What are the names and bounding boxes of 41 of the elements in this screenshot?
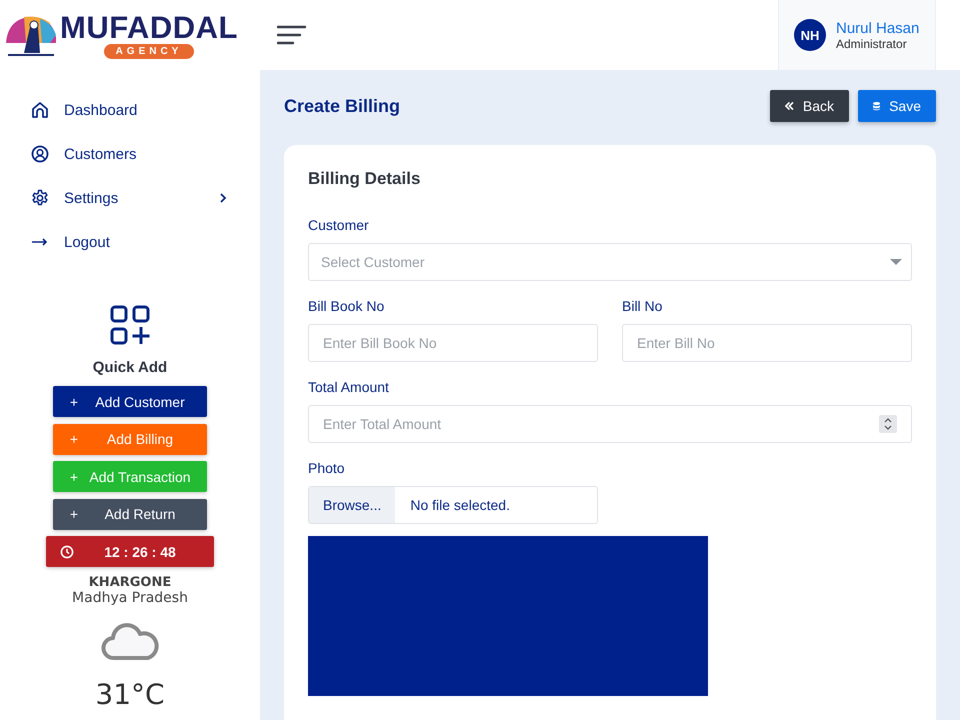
grid-plus-icon bbox=[110, 305, 150, 345]
user-role: Administrator bbox=[836, 36, 908, 50]
field-label: Bill Book No bbox=[308, 298, 386, 314]
menu-icon bbox=[277, 23, 307, 47]
select-field[interactable]: Select Customer bbox=[308, 243, 912, 281]
input-field[interactable]: Enter Total Amount bbox=[308, 405, 912, 443]
brand-tagline: AGENCY bbox=[104, 44, 194, 58]
home-icon bbox=[31, 101, 49, 119]
field-label: Photo bbox=[308, 460, 346, 476]
spinner-icon bbox=[879, 415, 897, 433]
input-field[interactable]: Enter Bill Book No bbox=[308, 324, 598, 362]
database-icon bbox=[873, 100, 880, 112]
sidebar-item[interactable]: Customers bbox=[31, 132, 227, 176]
double-chevron-icon bbox=[785, 101, 794, 111]
region-name: Madhya Pradesh bbox=[72, 590, 188, 606]
city-name: KHARGONE bbox=[88, 575, 172, 590]
brand-name: MUFADDAL bbox=[60, 12, 238, 44]
field-label: Total Amount bbox=[308, 379, 390, 395]
card-title: Billing Details bbox=[308, 169, 422, 189]
temperature: 31°C bbox=[95, 678, 165, 711]
user-avatar: NH bbox=[794, 19, 826, 51]
field-label: Customer bbox=[308, 217, 370, 233]
sidebar-item[interactable]: Logout bbox=[31, 220, 227, 264]
sidebar-item[interactable]: Dashboard bbox=[31, 88, 227, 132]
quick-add-button[interactable]: + Add Return bbox=[53, 498, 207, 530]
back-button[interactable]: Back bbox=[770, 90, 849, 122]
gear-icon bbox=[31, 189, 49, 207]
section-title: Quick Add bbox=[92, 359, 168, 376]
page-title: Create Billing bbox=[284, 96, 400, 116]
save-button[interactable]: Save bbox=[858, 90, 936, 122]
clock-icon bbox=[60, 544, 74, 558]
input-field[interactable]: Enter Bill No bbox=[622, 324, 912, 362]
user-icon bbox=[31, 145, 49, 163]
field-label: Bill No bbox=[622, 298, 664, 314]
user-name: Nurul Hasan bbox=[836, 20, 920, 36]
quick-add-button[interactable]: + Add Customer bbox=[53, 386, 207, 417]
user-panel[interactable]: NH Nurul Hasan Administrator bbox=[778, 0, 936, 70]
sidebar-item[interactable]: Settings bbox=[31, 176, 227, 220]
file-input[interactable]: Browse... No file selected. bbox=[308, 486, 598, 524]
caret-icon bbox=[890, 259, 902, 266]
clock-time: 12 : 26 : 48 bbox=[103, 544, 177, 560]
